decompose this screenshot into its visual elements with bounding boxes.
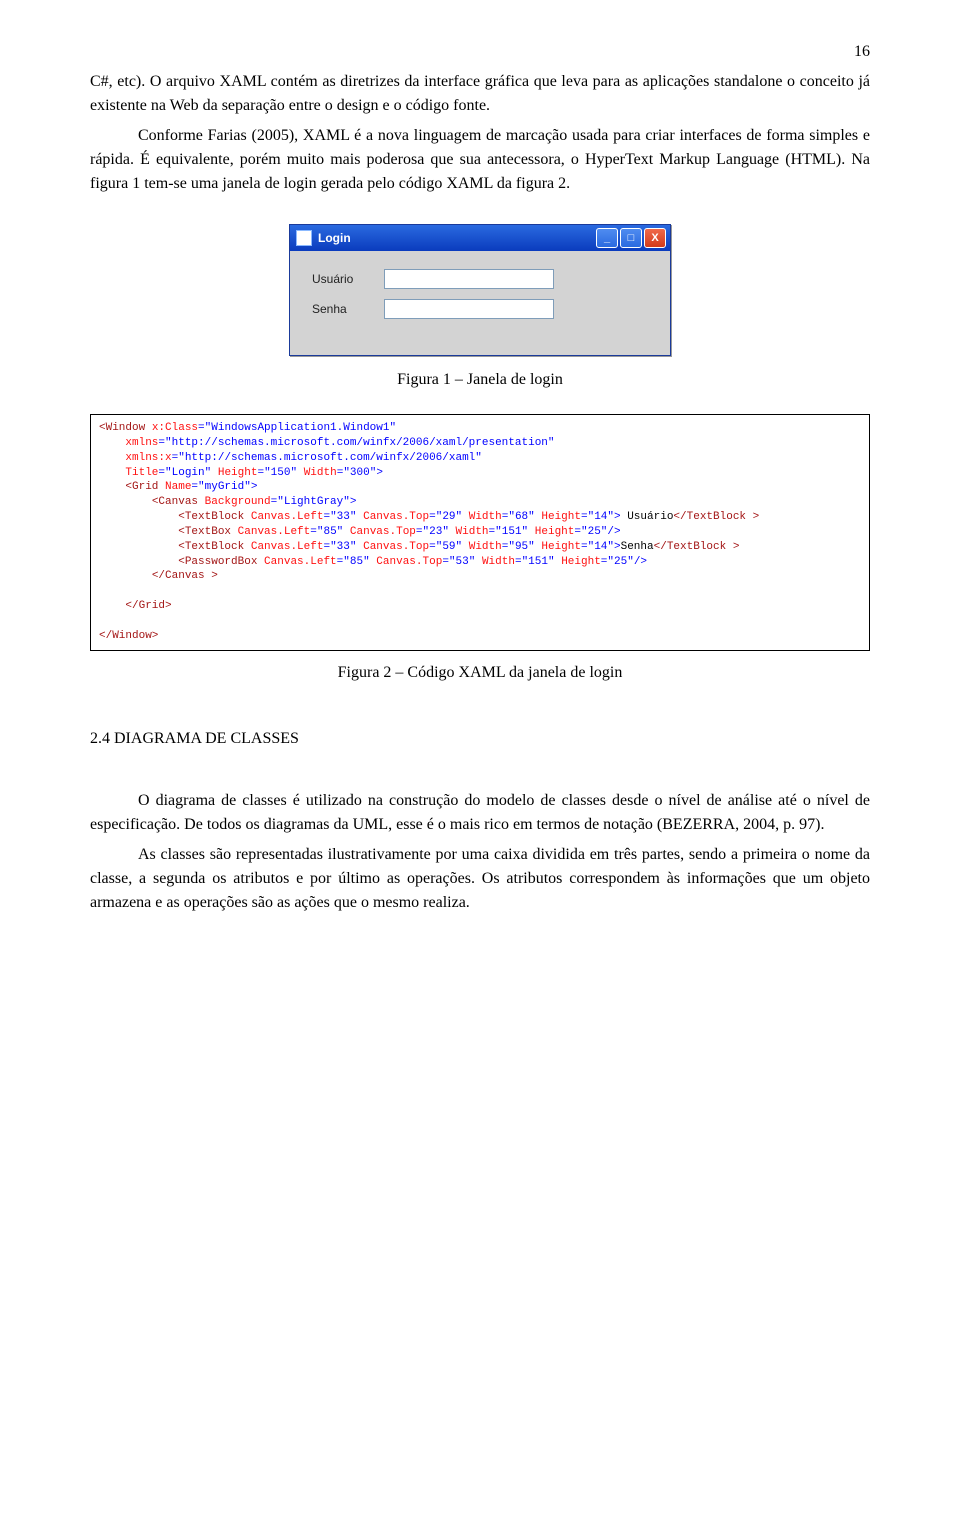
code-text: </Grid> <box>125 600 171 612</box>
code-text: <TextBlock <box>178 541 251 553</box>
code-text: Width <box>469 541 502 553</box>
paragraph-3: O diagrama de classes é utilizado na con… <box>90 789 870 837</box>
minimize-button[interactable]: _ <box>596 228 618 248</box>
login-window: Login _ □ X Usuário Senha <box>289 224 671 356</box>
code-text: </Window> <box>99 630 158 642</box>
user-input[interactable] <box>384 269 554 289</box>
code-text: "151" <box>522 556 555 568</box>
code-text: Height <box>218 467 258 479</box>
code-text: Canvas.Top <box>350 526 416 538</box>
paragraph-4: As classes são representadas ilustrativa… <box>90 843 870 915</box>
section-heading: 2.4 DIAGRAMA DE CLASSES <box>90 727 870 751</box>
code-text: Canvas.Top <box>363 511 429 523</box>
code-text: "http://schemas.microsoft.com/winfx/2006… <box>178 452 482 464</box>
code-text: </Canvas > <box>152 570 218 582</box>
code-text: "Login" <box>165 467 211 479</box>
code-text: <Grid <box>125 481 165 493</box>
paragraph-1: C#, etc). O arquivo XAML contém as diret… <box>90 70 870 118</box>
password-row: Senha <box>312 299 648 319</box>
code-text: "25" <box>581 526 607 538</box>
code-text: "29" <box>436 511 462 523</box>
code-text: Canvas.Left <box>251 511 324 523</box>
code-text: Background <box>205 496 271 508</box>
code-text: </TextBlock > <box>673 511 759 523</box>
xaml-code-box: <Window x:Class="WindowsApplication1.Win… <box>90 414 870 651</box>
code-text: </TextBlock > <box>654 541 740 553</box>
code-text: xmlns <box>125 437 158 449</box>
code-text: Height <box>541 511 581 523</box>
code-text: "WindowsApplication1.Window1" <box>205 422 396 434</box>
code-text: "23" <box>423 526 449 538</box>
code-text: <TextBox <box>178 526 237 538</box>
code-text: Height <box>541 541 581 553</box>
login-body: Usuário Senha <box>290 251 670 355</box>
code-text: "14" <box>588 541 614 553</box>
code-text: "95" <box>508 541 534 553</box>
code-text: "150" <box>264 467 297 479</box>
code-text: <Canvas <box>152 496 205 508</box>
code-text: <PasswordBox <box>178 556 264 568</box>
figure1-caption: Figura 1 – Janela de login <box>90 368 870 392</box>
code-text: "25" <box>607 556 633 568</box>
code-text: Width <box>304 467 337 479</box>
code-text: "53" <box>449 556 475 568</box>
password-input[interactable] <box>384 299 554 319</box>
code-text: Width <box>469 511 502 523</box>
code-text: "85" <box>343 556 369 568</box>
code-text: "33" <box>330 511 356 523</box>
code-text: Width <box>482 556 515 568</box>
code-text: <TextBlock <box>178 511 251 523</box>
code-text: "68" <box>508 511 534 523</box>
code-text: "14" <box>588 511 614 523</box>
code-text: Canvas.Left <box>251 541 324 553</box>
maximize-button[interactable]: □ <box>620 228 642 248</box>
code-text: Height <box>561 556 601 568</box>
window-title: Login <box>318 229 351 247</box>
code-text: Name <box>165 481 191 493</box>
code-text: Canvas.Top <box>376 556 442 568</box>
close-button[interactable]: X <box>644 228 666 248</box>
code-text: Canvas.Top <box>363 541 429 553</box>
code-text: "LightGray" <box>277 496 350 508</box>
code-text: "300" <box>343 467 376 479</box>
page-number: 16 <box>90 40 870 64</box>
code-text: Canvas.Left <box>264 556 337 568</box>
app-icon <box>296 230 312 246</box>
code-text: x:Class <box>152 422 198 434</box>
user-row: Usuário <box>312 269 648 289</box>
code-text: "33" <box>330 541 356 553</box>
code-text: Canvas.Left <box>238 526 311 538</box>
code-text: "myGrid" <box>198 481 251 493</box>
code-text: Width <box>456 526 489 538</box>
paragraph-2: Conforme Farias (2005), XAML é a nova li… <box>90 124 870 196</box>
code-text: xmlns:x <box>125 452 171 464</box>
code-text: Title <box>125 467 158 479</box>
figure2-caption: Figura 2 – Código XAML da janela de logi… <box>90 661 870 685</box>
code-text: "http://schemas.microsoft.com/winfx/2006… <box>165 437 554 449</box>
code-text: Senha <box>621 541 654 553</box>
code-text: "59" <box>436 541 462 553</box>
code-text: Height <box>535 526 575 538</box>
code-text: "85" <box>317 526 343 538</box>
code-text: <Window <box>99 422 152 434</box>
user-label: Usuário <box>312 270 384 288</box>
password-label: Senha <box>312 300 384 318</box>
code-text: "151" <box>495 526 528 538</box>
window-titlebar: Login _ □ X <box>290 225 670 251</box>
code-text: Usuário <box>621 511 674 523</box>
